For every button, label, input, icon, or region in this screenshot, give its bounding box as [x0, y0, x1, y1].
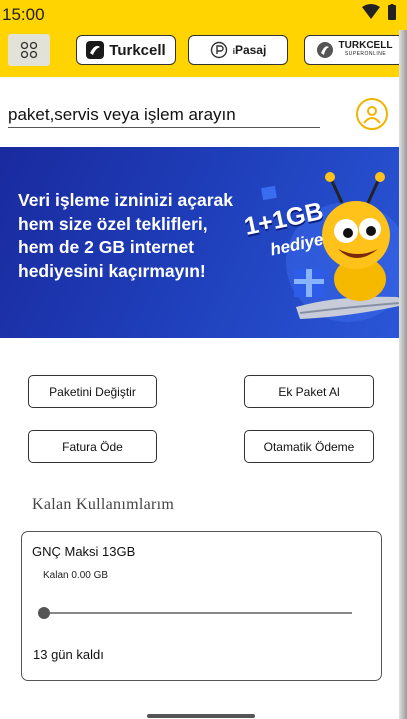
- status-icons: [361, 4, 397, 22]
- banner-line: Veri işleme izninizi açarak: [18, 190, 233, 210]
- search-row: [0, 77, 407, 147]
- superonline-label: TURKCELL SUPERONLINE: [339, 41, 393, 59]
- top-bar: Turkcell iPasaj TURKCELL SUPERONLINE: [0, 30, 407, 77]
- turkcell-logo-icon: [86, 41, 105, 59]
- profile-button[interactable]: [356, 98, 388, 130]
- usage-section-title: Kalan Kullanımlarım: [32, 496, 175, 513]
- banner-line: hediyesini kaçırmayın!: [18, 260, 206, 281]
- status-time: 15:00: [2, 5, 45, 24]
- banner-text: Veri işleme izninizi açarak hem size öze…: [18, 189, 253, 283]
- pasaj-button[interactable]: iPasaj: [188, 35, 288, 65]
- remaining-amount: Kalan 0.00 GB: [43, 570, 109, 581]
- battery-icon: [388, 5, 396, 20]
- wifi-icon: [362, 4, 396, 20]
- auto-payment-button[interactable]: Otamatik Ödeme: [244, 430, 374, 463]
- banner-line: hem de 2 GB internet: [18, 237, 195, 257]
- pasaj-logo-icon: [210, 41, 227, 59]
- status-bar: 15:00: [0, 0, 407, 30]
- superonline-top: TURKCELL: [338, 40, 393, 51]
- home-indicator[interactable]: [147, 714, 255, 718]
- pasaj-name: Pasaj: [234, 43, 267, 57]
- usage-card[interactable]: GNÇ Maksi 13GB Kalan 0.00 GB 13 gün kald…: [21, 531, 382, 681]
- turkcell-button[interactable]: Turkcell: [76, 35, 176, 65]
- superonline-button[interactable]: TURKCELL SUPERONLINE: [304, 35, 404, 65]
- pay-bill-button[interactable]: Fatura Öde: [28, 430, 157, 463]
- grid-icon: [20, 41, 38, 59]
- scroll-edge: [399, 30, 407, 719]
- banner-line: hem size özel teklifleri,: [18, 213, 208, 234]
- superonline-bottom: SUPERONLINE: [344, 51, 387, 57]
- usage-progress-track: [44, 612, 352, 614]
- superonline-logo-icon: [316, 42, 333, 58]
- search-input[interactable]: [8, 103, 320, 128]
- extra-package-button[interactable]: Ek Paket Al: [244, 375, 374, 408]
- days-left: 13 gün kaldı: [33, 647, 104, 662]
- promo-banner[interactable]: Veri işleme izninizi açarak hem size öze…: [0, 147, 407, 338]
- turkcell-label: Turkcell: [109, 41, 166, 59]
- user-icon: [363, 106, 381, 124]
- menu-grid-button[interactable]: [8, 34, 50, 66]
- usage-progress-thumb: [38, 607, 50, 619]
- change-package-button[interactable]: Paketini Değiştir: [28, 375, 157, 408]
- package-name: GNÇ Maksi 13GB: [32, 544, 136, 559]
- pasaj-label: iPasaj: [233, 43, 267, 57]
